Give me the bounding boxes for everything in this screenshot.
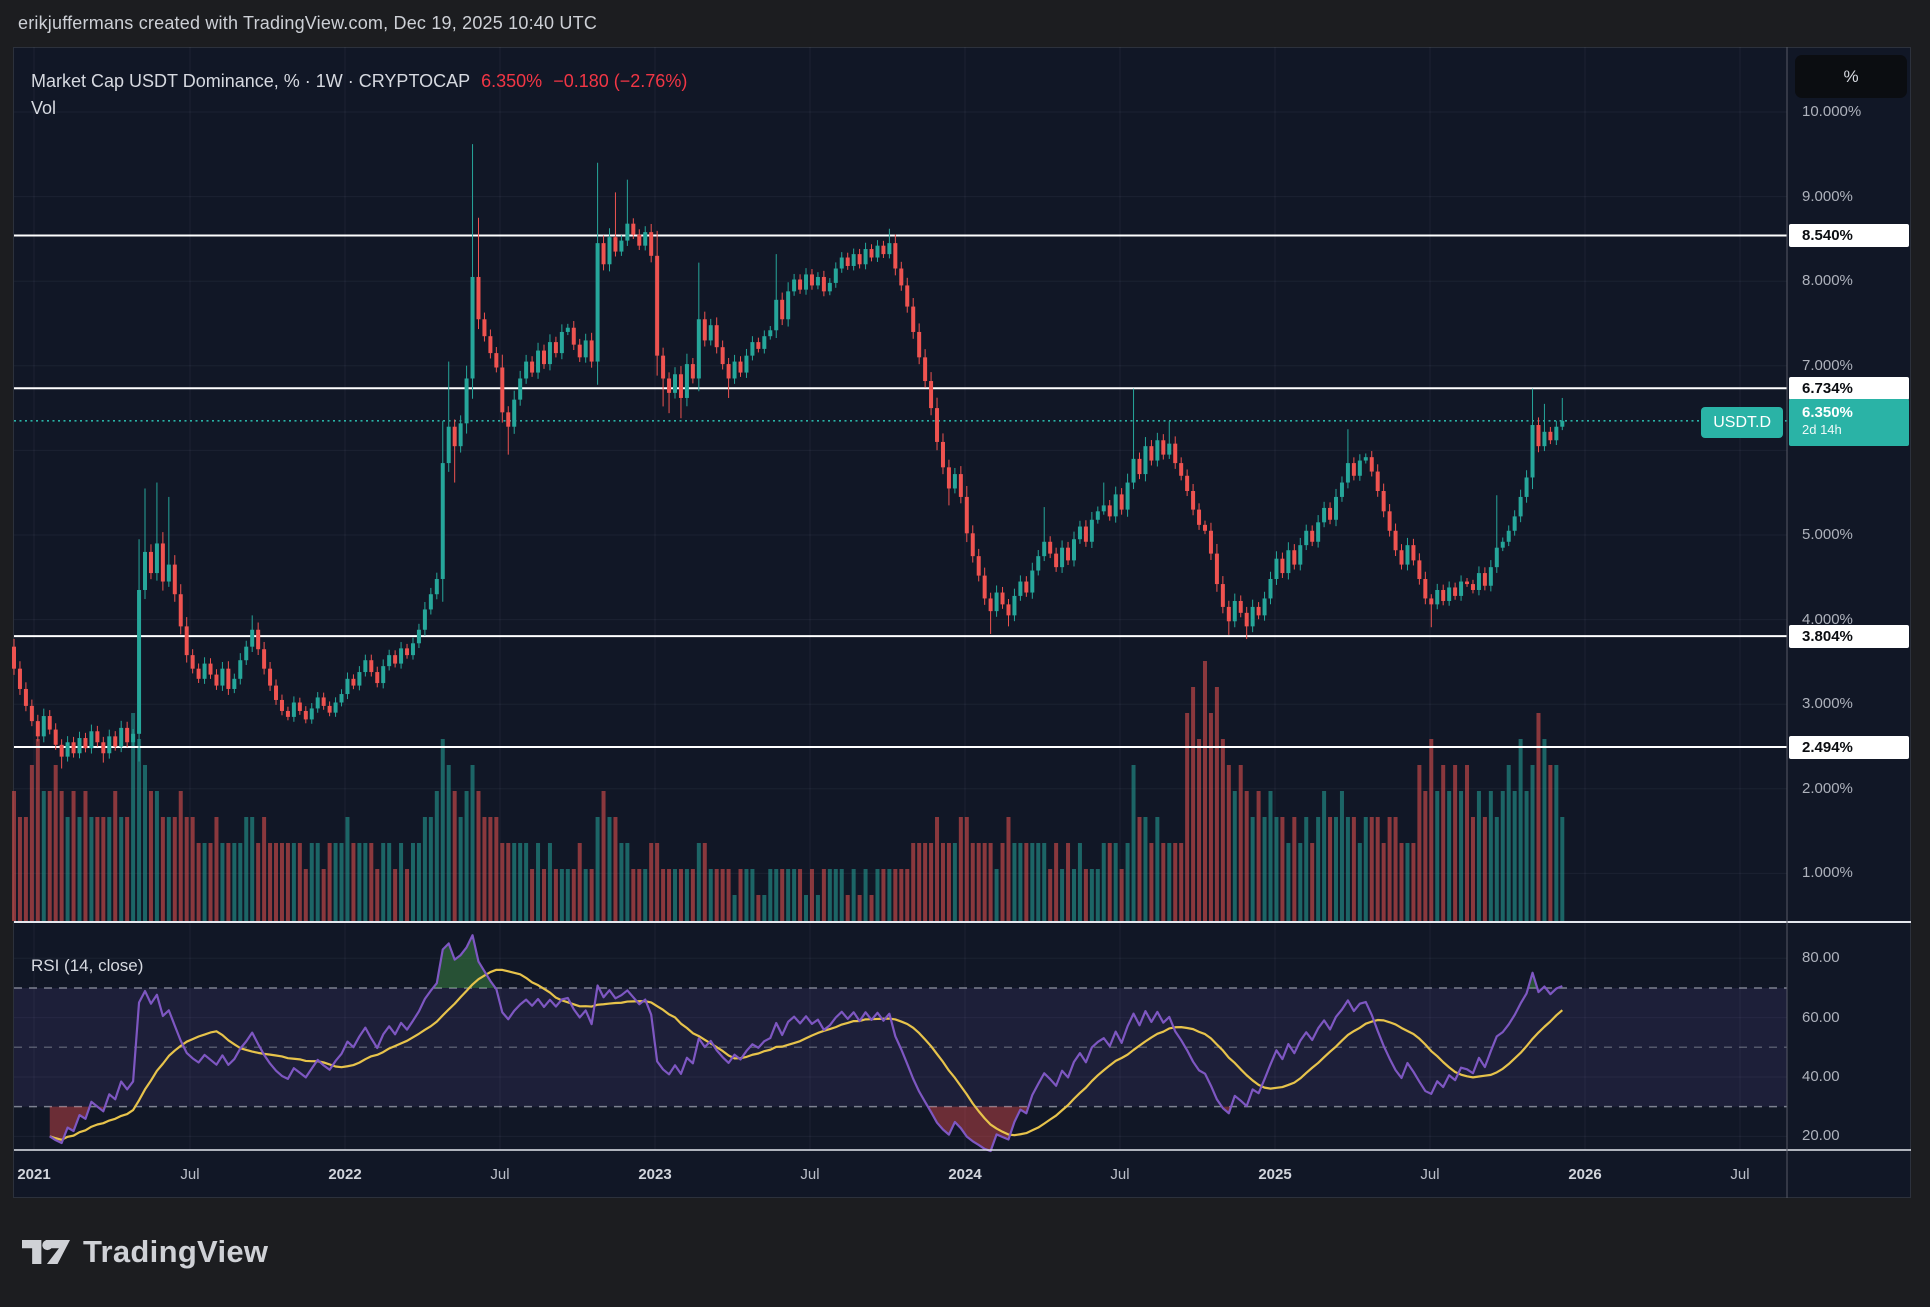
chart-canvas[interactable] [0, 0, 1930, 1307]
tradingview-logo[interactable]: TradingView [22, 1234, 268, 1270]
tradingview-logo-text: TradingView [83, 1234, 268, 1270]
axis-unit-button[interactable]: % [1795, 55, 1907, 98]
tradingview-logo-icon [22, 1237, 70, 1267]
screenshot-root: { "header": {"attribution": "erikjufferm… [0, 0, 1930, 1307]
